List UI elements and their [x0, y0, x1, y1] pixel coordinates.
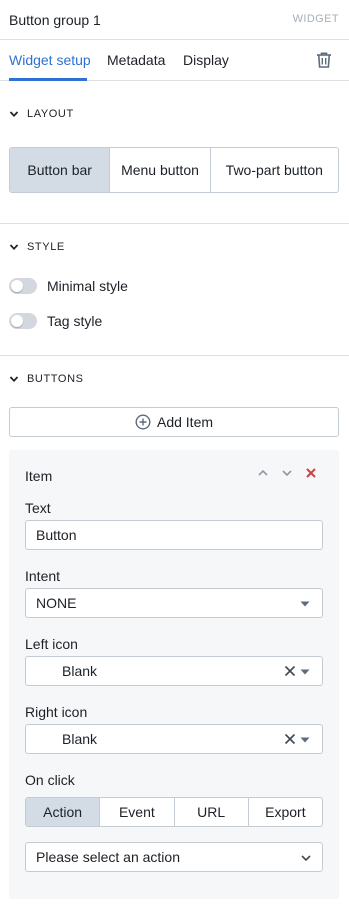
- add-circle-icon: [135, 414, 151, 430]
- intent-select[interactable]: NONE: [25, 588, 323, 618]
- tag-style-toggle[interactable]: Tag style: [9, 313, 102, 329]
- remove-item-icon[interactable]: [305, 467, 317, 479]
- intent-value: NONE: [36, 595, 77, 611]
- caret-down-icon: [300, 601, 310, 607]
- move-down-icon[interactable]: [281, 467, 293, 479]
- widget-title: Button group 1: [9, 12, 101, 28]
- tab-bar: Widget setup Metadata Display: [0, 40, 349, 81]
- layout-option-menu-button[interactable]: Menu button: [110, 148, 211, 192]
- panel-header: Button group 1 WIDGET: [0, 0, 349, 40]
- tag-style-label: Tag style: [47, 313, 103, 329]
- left-icon-select[interactable]: Blank: [25, 656, 323, 686]
- on-click-option-action[interactable]: Action: [26, 798, 101, 826]
- widget-kind-label: WIDGET: [292, 13, 339, 25]
- layout-section-toggle[interactable]: LAYOUT: [9, 108, 74, 120]
- style-heading: STYLE: [27, 241, 65, 253]
- minimal-style-label: Minimal style: [47, 278, 128, 294]
- layout-segmented-control: Button bar Menu button Two-part button: [9, 147, 339, 193]
- intent-field-label: Intent: [25, 568, 61, 584]
- on-click-option-url[interactable]: URL: [175, 798, 249, 826]
- layout-option-button-bar[interactable]: Button bar: [10, 148, 111, 192]
- switch-control[interactable]: [9, 278, 37, 294]
- action-select-placeholder: Please select an action: [36, 849, 180, 865]
- chevron-down-icon: [9, 376, 19, 383]
- action-select[interactable]: Please select an action: [25, 842, 323, 872]
- text-input[interactable]: Button: [25, 520, 323, 550]
- switch-control[interactable]: [9, 313, 37, 329]
- buttons-heading: BUTTONS: [27, 373, 84, 385]
- on-click-field-label: On click: [25, 772, 75, 788]
- text-field-label: Text: [25, 500, 51, 516]
- right-icon-field-label: Right icon: [25, 704, 88, 720]
- on-click-segmented-control: Action Event URL Export: [25, 797, 323, 827]
- caret-down-icon: [300, 669, 310, 675]
- buttons-section-toggle[interactable]: BUTTONS: [9, 373, 84, 385]
- chevron-down-icon: [9, 244, 19, 251]
- style-section-toggle[interactable]: STYLE: [9, 241, 65, 253]
- right-icon-select[interactable]: Blank: [25, 724, 323, 754]
- item-title: Item: [25, 468, 53, 484]
- tab-display[interactable]: Display: [183, 52, 229, 68]
- on-click-option-export[interactable]: Export: [249, 798, 322, 826]
- clear-icon[interactable]: [284, 733, 296, 745]
- active-tab-indicator: [9, 78, 87, 81]
- left-icon-field-label: Left icon: [25, 636, 78, 652]
- caret-down-icon: [300, 737, 310, 743]
- trash-icon[interactable]: [315, 51, 333, 69]
- tab-metadata[interactable]: Metadata: [107, 52, 165, 68]
- add-item-button[interactable]: Add Item: [9, 407, 339, 437]
- clear-icon[interactable]: [284, 665, 296, 677]
- chevron-down-icon: [9, 111, 19, 118]
- chevron-down-icon: [301, 855, 311, 862]
- item-card: Item Text Button Intent NONE Left icon B…: [9, 450, 339, 899]
- section-divider: [0, 223, 349, 224]
- layout-heading: LAYOUT: [27, 108, 74, 120]
- left-icon-value: Blank: [62, 663, 98, 679]
- layout-option-two-part-button[interactable]: Two-part button: [211, 148, 338, 192]
- tab-widget-setup[interactable]: Widget setup: [9, 52, 91, 68]
- section-divider: [0, 355, 349, 356]
- on-click-option-event[interactable]: Event: [100, 798, 175, 826]
- right-icon-value: Blank: [62, 731, 98, 747]
- move-up-icon[interactable]: [257, 467, 269, 479]
- add-item-label: Add Item: [156, 414, 214, 430]
- minimal-style-toggle[interactable]: Minimal style: [9, 278, 128, 294]
